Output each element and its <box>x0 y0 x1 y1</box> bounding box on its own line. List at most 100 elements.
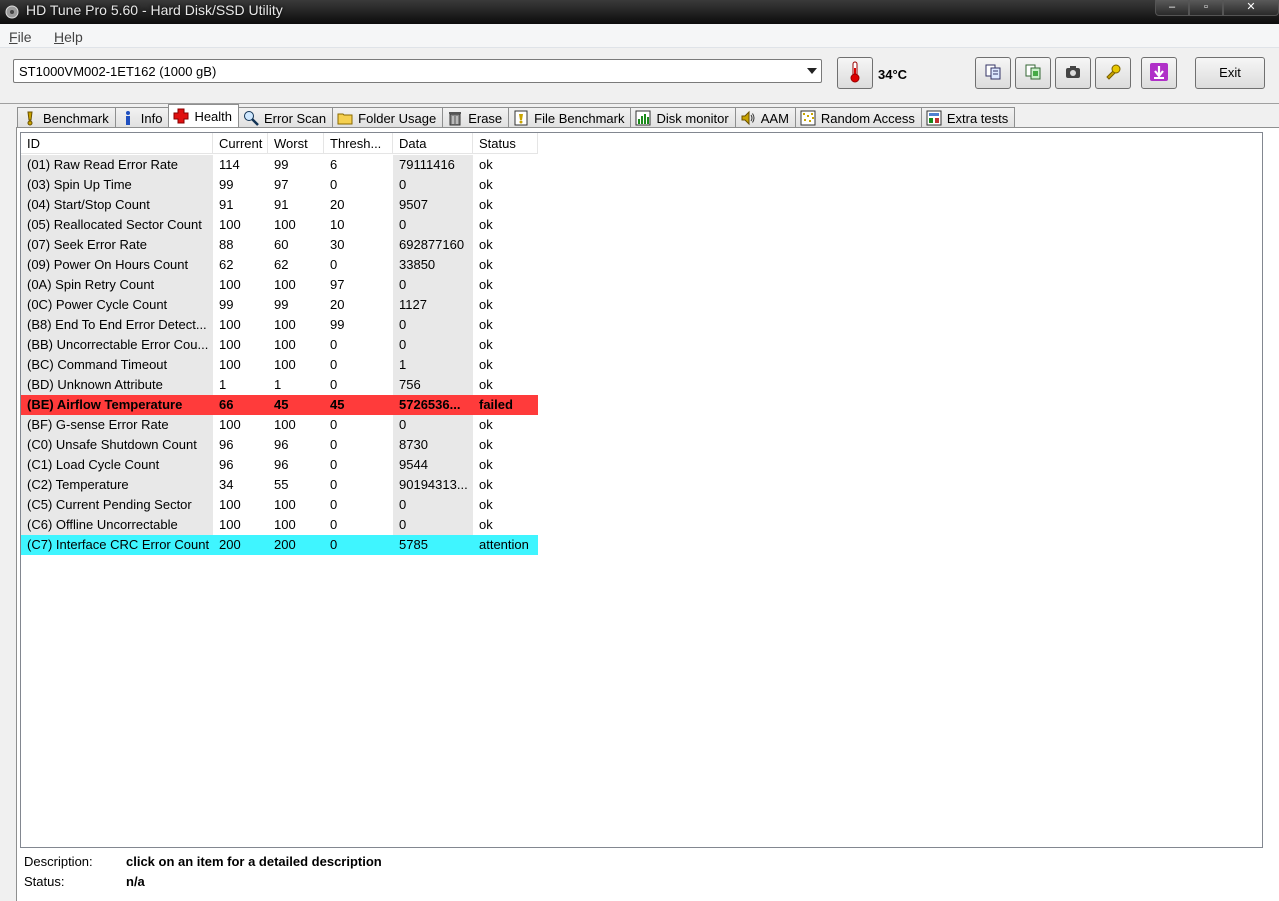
current-cell: 114 <box>219 157 240 172</box>
table-row[interactable]: (C6) Offline Uncorrectable 100 100 0 0 ok <box>21 515 538 535</box>
tab-health[interactable]: Health <box>168 104 240 127</box>
status-cell: ok <box>479 457 493 472</box>
data-cell: 0 <box>393 495 473 515</box>
table-row[interactable]: (07) Seek Error Rate 88 60 30 692877160 ok <box>21 235 538 255</box>
maximize-button[interactable]: ▫ <box>1189 0 1223 16</box>
current-cell: 34 <box>219 477 234 492</box>
health-cross-icon <box>173 108 189 124</box>
id-cell: (BF) G-sense Error Rate <box>21 415 213 435</box>
table-row[interactable]: (0C) Power Cycle Count 99 99 20 1127 ok <box>21 295 538 315</box>
options-button[interactable] <box>1095 57 1131 89</box>
table-row[interactable]: (C7) Interface CRC Error Count 200 200 0 578… <box>21 535 538 555</box>
column-status-header[interactable]: Status <box>473 133 538 154</box>
data-cell: 9507 <box>393 195 473 215</box>
description-label: Description: <box>24 854 93 869</box>
id-cell: (C1) Load Cycle Count <box>21 455 213 475</box>
table-body: (01) Raw Read Error Rate 114 99 6 79111416 ok… <box>21 155 538 555</box>
current-cell: 100 <box>219 337 241 352</box>
tab-erase[interactable]: Erase <box>442 107 510 128</box>
id-cell: (BE) Airflow Temperature <box>21 395 213 415</box>
tab-label: Disk monitor <box>656 110 729 126</box>
tab-random-access[interactable]: Random Access <box>794 107 922 128</box>
tab-label: Info <box>140 110 163 126</box>
copy-screenshot-button[interactable] <box>1015 57 1051 89</box>
table-row[interactable]: (03) Spin Up Time 99 97 0 0 ok <box>21 175 538 195</box>
threshold-cell: 20 <box>330 297 345 312</box>
current-cell: 100 <box>219 497 241 512</box>
id-cell: (C5) Current Pending Sector <box>21 495 213 515</box>
threshold-cell: 20 <box>330 197 345 212</box>
table-row[interactable]: (B8) End To End Error Detect... 100 100 99 0… <box>21 315 538 335</box>
status-cell: ok <box>479 177 493 192</box>
column-id-header[interactable]: ID <box>21 133 213 154</box>
table-row[interactable]: (04) Start/Stop Count 91 91 20 9507 ok <box>21 195 538 215</box>
extra-tests-icon <box>926 110 942 126</box>
tab-error-scan[interactable]: Error Scan <box>238 107 334 128</box>
status-cell: ok <box>479 277 493 292</box>
status-cell: attention <box>473 535 538 555</box>
worst-cell: 100 <box>274 417 296 432</box>
worst-cell: 96 <box>274 457 289 472</box>
magnifier-icon <box>243 110 259 126</box>
table-row[interactable]: (0A) Spin Retry Count 100 100 97 0 ok <box>21 275 538 295</box>
tab-aam[interactable]: AAM <box>734 107 796 128</box>
temperature-button[interactable] <box>837 57 873 89</box>
current-cell: 100 <box>219 517 241 532</box>
column-threshold-header[interactable]: Thresh... <box>324 133 393 154</box>
tab-benchmark[interactable]: Benchmark <box>17 107 116 128</box>
worst-cell: 60 <box>274 237 289 252</box>
table-row[interactable]: (BF) G-sense Error Rate 100 100 0 0 ok <box>21 415 538 435</box>
table-row[interactable]: (C2) Temperature 34 55 0 90194313... ok <box>21 475 538 495</box>
table-row[interactable]: (09) Power On Hours Count 62 62 0 33850 ok <box>21 255 538 275</box>
tab-disk-monitor[interactable]: Disk monitor <box>630 107 736 128</box>
id-cell: (BB) Uncorrectable Error Cou... <box>21 335 213 355</box>
threshold-cell: 99 <box>330 317 345 332</box>
table-row[interactable]: (BD) Unknown Attribute 1 1 0 756 ok <box>21 375 538 395</box>
save-button[interactable] <box>1141 57 1177 89</box>
menu-file[interactable]: File <box>9 29 32 45</box>
table-row[interactable]: (BE) Airflow Temperature 66 45 45 5726536...… <box>21 395 538 415</box>
data-cell: 33850 <box>393 255 473 275</box>
column-worst-header[interactable]: Worst <box>268 133 324 154</box>
tab-extra-tests[interactable]: Extra tests <box>920 107 1016 128</box>
worst-cell: 97 <box>274 177 289 192</box>
id-cell: (BD) Unknown Attribute <box>21 375 213 395</box>
status-cell: failed <box>473 395 538 415</box>
current-cell: 99 <box>219 177 234 192</box>
status-cell: ok <box>479 377 493 392</box>
screenshot-button[interactable] <box>1055 57 1091 89</box>
smart-attributes-table[interactable]: ID Current Worst Thresh... Data Status (01) R… <box>20 132 1263 848</box>
threshold-cell: 0 <box>330 177 338 192</box>
table-row[interactable]: (C0) Unsafe Shutdown Count 96 96 0 8730 ok <box>21 435 538 455</box>
data-cell: 8730 <box>393 435 473 455</box>
data-cell: 0 <box>393 415 473 435</box>
copy-text-button[interactable] <box>975 57 1011 89</box>
table-row[interactable]: (01) Raw Read Error Rate 114 99 6 79111416 ok <box>21 155 538 175</box>
table-row[interactable]: (BB) Uncorrectable Error Cou... 100 100 0 0 o… <box>21 335 538 355</box>
table-row[interactable]: (BC) Command Timeout 100 100 0 1 ok <box>21 355 538 375</box>
status-label: Status: <box>24 874 65 889</box>
column-data-header[interactable]: Data <box>393 133 473 154</box>
minimize-button[interactable]: – <box>1155 0 1189 16</box>
copy-icon <box>984 63 1002 84</box>
tab-file-benchmark[interactable]: File Benchmark <box>508 107 632 128</box>
status-cell: ok <box>479 297 493 312</box>
exit-button[interactable]: Exit <box>1195 57 1265 89</box>
table-row[interactable]: (05) Reallocated Sector Count 100 100 10 0 ok <box>21 215 538 235</box>
speaker-icon <box>740 110 756 126</box>
status-cell: ok <box>479 157 493 172</box>
table-row[interactable]: (C5) Current Pending Sector 100 100 0 0 ok <box>21 495 538 515</box>
data-cell: 0 <box>393 335 473 355</box>
column-current-header[interactable]: Current <box>213 133 268 154</box>
tab-label: Health <box>194 108 233 124</box>
table-row[interactable]: (C1) Load Cycle Count 96 96 0 9544 ok <box>21 455 538 475</box>
menu-help[interactable]: Help <box>54 29 83 45</box>
tab-info[interactable]: Info <box>114 107 170 128</box>
temperature-readout: 34°C <box>878 67 908 82</box>
worst-cell: 100 <box>274 357 296 372</box>
id-cell: (BC) Command Timeout <box>21 355 213 375</box>
current-cell: 62 <box>219 257 234 272</box>
tab-folder-usage[interactable]: Folder Usage <box>332 107 444 128</box>
close-button[interactable]: ✕ <box>1223 0 1279 16</box>
drive-select[interactable]: ST1000VM002-1ET162 (1000 gB) <box>13 59 822 83</box>
